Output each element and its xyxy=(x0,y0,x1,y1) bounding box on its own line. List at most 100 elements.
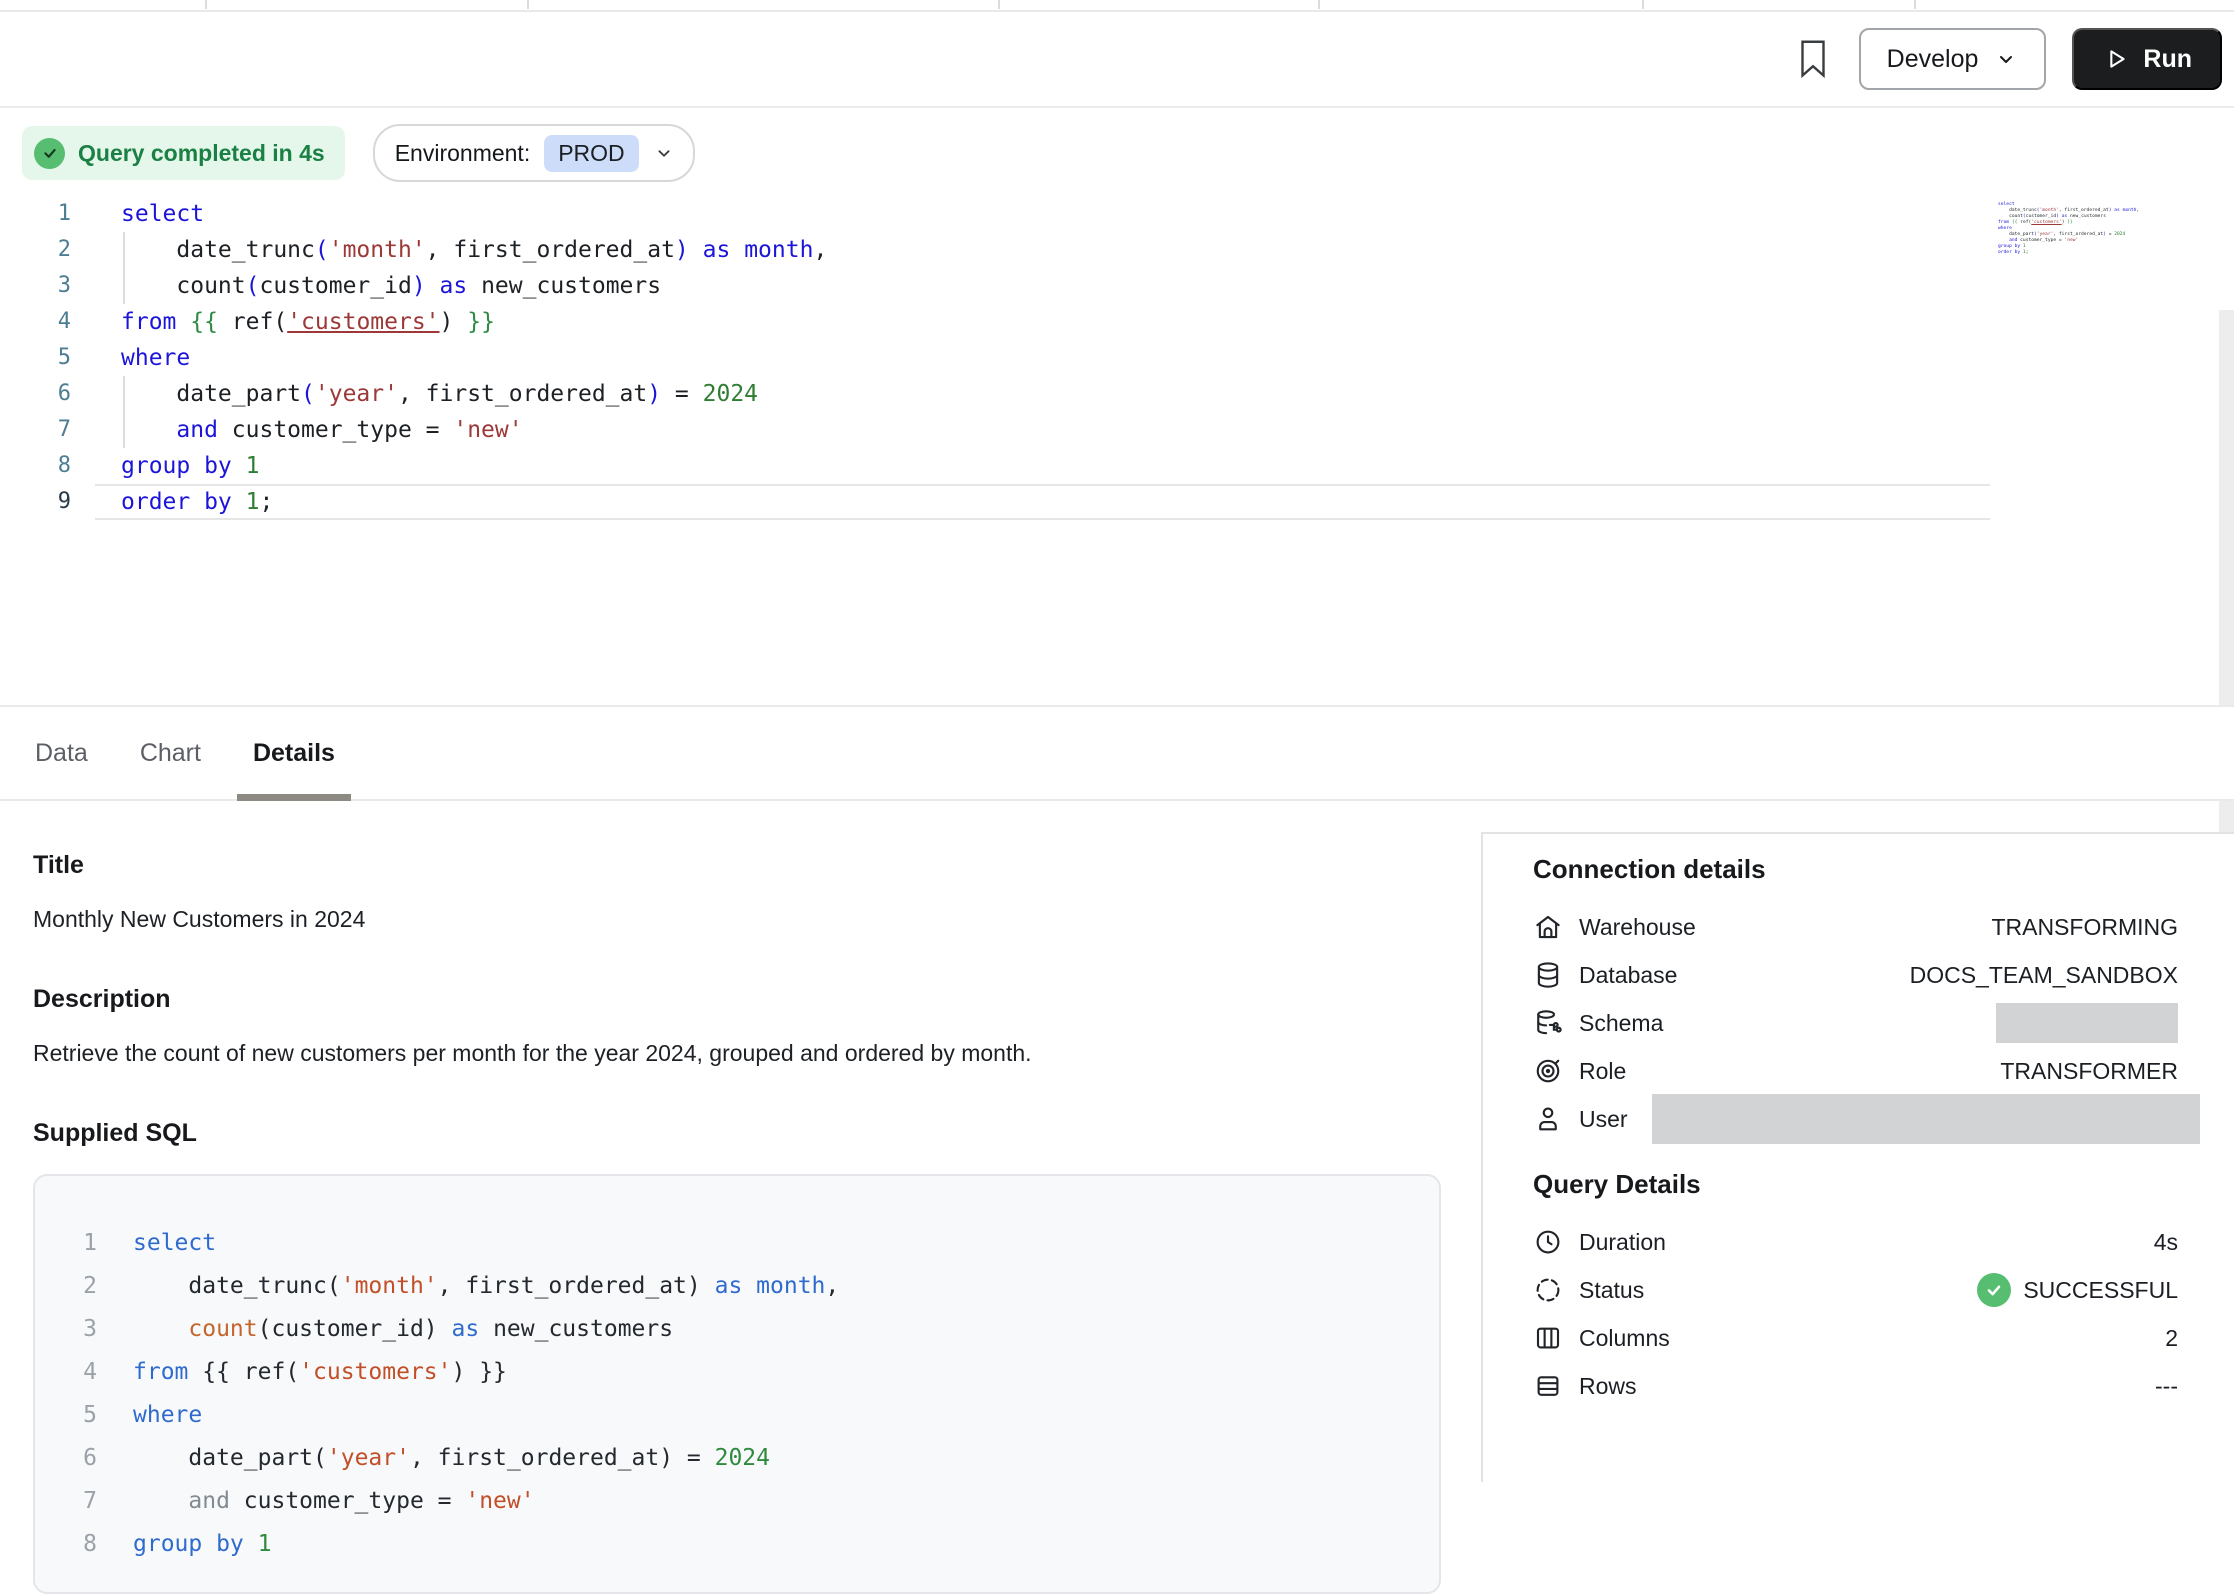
code-token-kw: from xyxy=(1998,220,2009,225)
chevron-down-icon xyxy=(1994,47,2018,71)
code-token-pln xyxy=(244,1531,258,1557)
code-line: date_part('year', first_ordered_at) = 20… xyxy=(97,1437,770,1480)
query-row-rows: Rows--- xyxy=(1533,1362,2178,1410)
tab-data[interactable]: Data xyxy=(33,707,90,799)
code-token-kw: where xyxy=(1998,226,2012,231)
code-line: count(customer_id) as new_customers xyxy=(97,1308,673,1351)
line-number: 2 xyxy=(0,232,95,268)
result-tabbar: Data Chart Details xyxy=(0,705,2234,801)
code-token-pln: count xyxy=(121,273,246,299)
code-token-pln: , first_ordered_at xyxy=(2053,232,2103,237)
tab-details[interactable]: Details xyxy=(251,707,337,799)
run-button-label: Run xyxy=(2143,45,2192,74)
tab-divider xyxy=(998,0,1000,9)
code-token-pln: customer_type = xyxy=(2017,238,2064,243)
supplied-sql-line: 2 date_trunc('month', first_ordered_at) … xyxy=(63,1265,1439,1308)
row-value-text: SUCCESSFUL xyxy=(2023,1277,2178,1304)
code-token-pln xyxy=(121,417,176,443)
supplied-sql-line: 8group by 1 xyxy=(63,1523,1439,1566)
code-token-kw: ) xyxy=(647,381,661,407)
code-token-pln xyxy=(133,1316,188,1342)
code-line: where xyxy=(97,1394,202,1437)
user-icon xyxy=(1533,1104,1563,1134)
chevron-down-icon xyxy=(653,142,675,164)
environment-selector[interactable]: Environment: PROD xyxy=(373,124,695,182)
row-value: SUCCESSFUL xyxy=(1977,1273,2178,1307)
code-token-gray: and xyxy=(188,1488,230,1514)
code-token-kw: month xyxy=(756,1273,825,1299)
code-token-kw: month xyxy=(2123,208,2137,213)
code-line: where xyxy=(95,340,1990,376)
editor-line[interactable]: 5where xyxy=(0,340,2234,376)
code-token-pln: date_part xyxy=(1998,232,2034,237)
run-button[interactable]: Run xyxy=(2072,28,2222,90)
code-token-num: 2024 xyxy=(703,381,758,407)
bookmark-button[interactable] xyxy=(1793,37,1833,81)
code-token-pln: , xyxy=(2136,208,2139,213)
code-token-pln: {{ ref( xyxy=(188,1359,299,1385)
line-number: 2 xyxy=(63,1265,97,1308)
code-token-kw: ( xyxy=(301,381,315,407)
code-token-str: 'month' xyxy=(329,237,426,263)
code-token-link[interactable]: 'customers' xyxy=(287,309,439,335)
code-token-pln: = xyxy=(661,381,703,407)
environment-label: Environment: xyxy=(395,140,531,167)
editor-minimap[interactable]: select date_trunc('month', first_ordered… xyxy=(1998,202,2110,256)
code-token-kw: ) xyxy=(675,237,689,263)
code-token-kw: ( xyxy=(246,273,260,299)
line-number: 3 xyxy=(63,1308,97,1351)
code-token-link[interactable]: 'customers' xyxy=(2031,220,2061,225)
code-token-pln: new_customers xyxy=(479,1316,673,1342)
browser-tab-strip xyxy=(0,0,2234,12)
code-token-kw: group by xyxy=(121,453,232,479)
code-token-str: 'year' xyxy=(327,1445,410,1471)
editor-line-active[interactable]: 9order by 1; xyxy=(0,484,2234,520)
code-line: and customer_type = 'new' xyxy=(97,1480,535,1523)
line-number: 3 xyxy=(0,268,95,304)
code-token-pln: , first_ordered_at xyxy=(2059,208,2109,213)
code-token-kw: where xyxy=(121,345,190,371)
code-token-kw: month xyxy=(744,237,813,263)
sql-editor[interactable]: 1select2 date_trunc('month', first_order… xyxy=(0,196,2234,704)
code-token-kw: as xyxy=(715,1273,743,1299)
code-token-pln: customer_type = xyxy=(218,417,453,443)
editor-line[interactable]: 4from {{ ref('customers') }} xyxy=(0,304,2234,340)
duration-icon xyxy=(1533,1227,1563,1257)
warehouse-icon xyxy=(1533,912,1563,942)
tab-chart[interactable]: Chart xyxy=(138,707,203,799)
redacted-value-block xyxy=(1652,1094,2200,1144)
code-token-kw: order by xyxy=(1998,250,2020,255)
code-token-jinja: }} xyxy=(2067,220,2073,225)
bookmark-icon xyxy=(1795,38,1831,80)
code-token-kw: as xyxy=(452,1316,480,1342)
connection-row-role: RoleTRANSFORMER xyxy=(1533,1047,2178,1095)
editor-line[interactable]: 7 and customer_type = 'new' xyxy=(0,412,2234,448)
app-window: { "toolbar": { "develop_label": "Develop… xyxy=(0,0,2234,1482)
query-details-heading: Query Details xyxy=(1533,1169,2178,1200)
editor-line[interactable]: 6 date_part('year', first_ordered_at) = … xyxy=(0,376,2234,412)
code-token-pln: customer_id xyxy=(2026,214,2056,219)
code-line: select xyxy=(97,1222,216,1265)
line-number: 6 xyxy=(0,376,95,412)
editor-line[interactable]: 3 count(customer_id) as new_customers xyxy=(0,268,2234,304)
editor-line[interactable]: 2 date_trunc('month', first_ordered_at) … xyxy=(0,232,2234,268)
row-label: Database xyxy=(1579,962,1677,989)
toolbar: Develop Run xyxy=(0,12,2234,108)
code-token-pln: new_customers xyxy=(467,273,661,299)
row-label: Warehouse xyxy=(1579,914,1696,941)
code-token-str: 'customers' xyxy=(299,1359,451,1385)
row-label: Schema xyxy=(1579,1010,1663,1037)
develop-button-label: Develop xyxy=(1887,45,1979,74)
code-token-kw: where xyxy=(133,1402,202,1428)
row-value: TRANSFORMER xyxy=(2000,1058,2178,1085)
line-number: 4 xyxy=(0,304,95,340)
code-token-pln: , first_ordered_at) xyxy=(438,1273,715,1299)
develop-button[interactable]: Develop xyxy=(1859,28,2047,90)
editor-line[interactable]: 1select xyxy=(0,196,2234,232)
line-number: 5 xyxy=(63,1394,97,1437)
editor-line[interactable]: 8group by 1 xyxy=(0,448,2234,484)
code-token-pln: date_trunc( xyxy=(133,1273,341,1299)
code-token-kw: as xyxy=(440,273,468,299)
code-token-pln: date_part( xyxy=(133,1445,327,1471)
row-value-text: --- xyxy=(2155,1373,2178,1400)
